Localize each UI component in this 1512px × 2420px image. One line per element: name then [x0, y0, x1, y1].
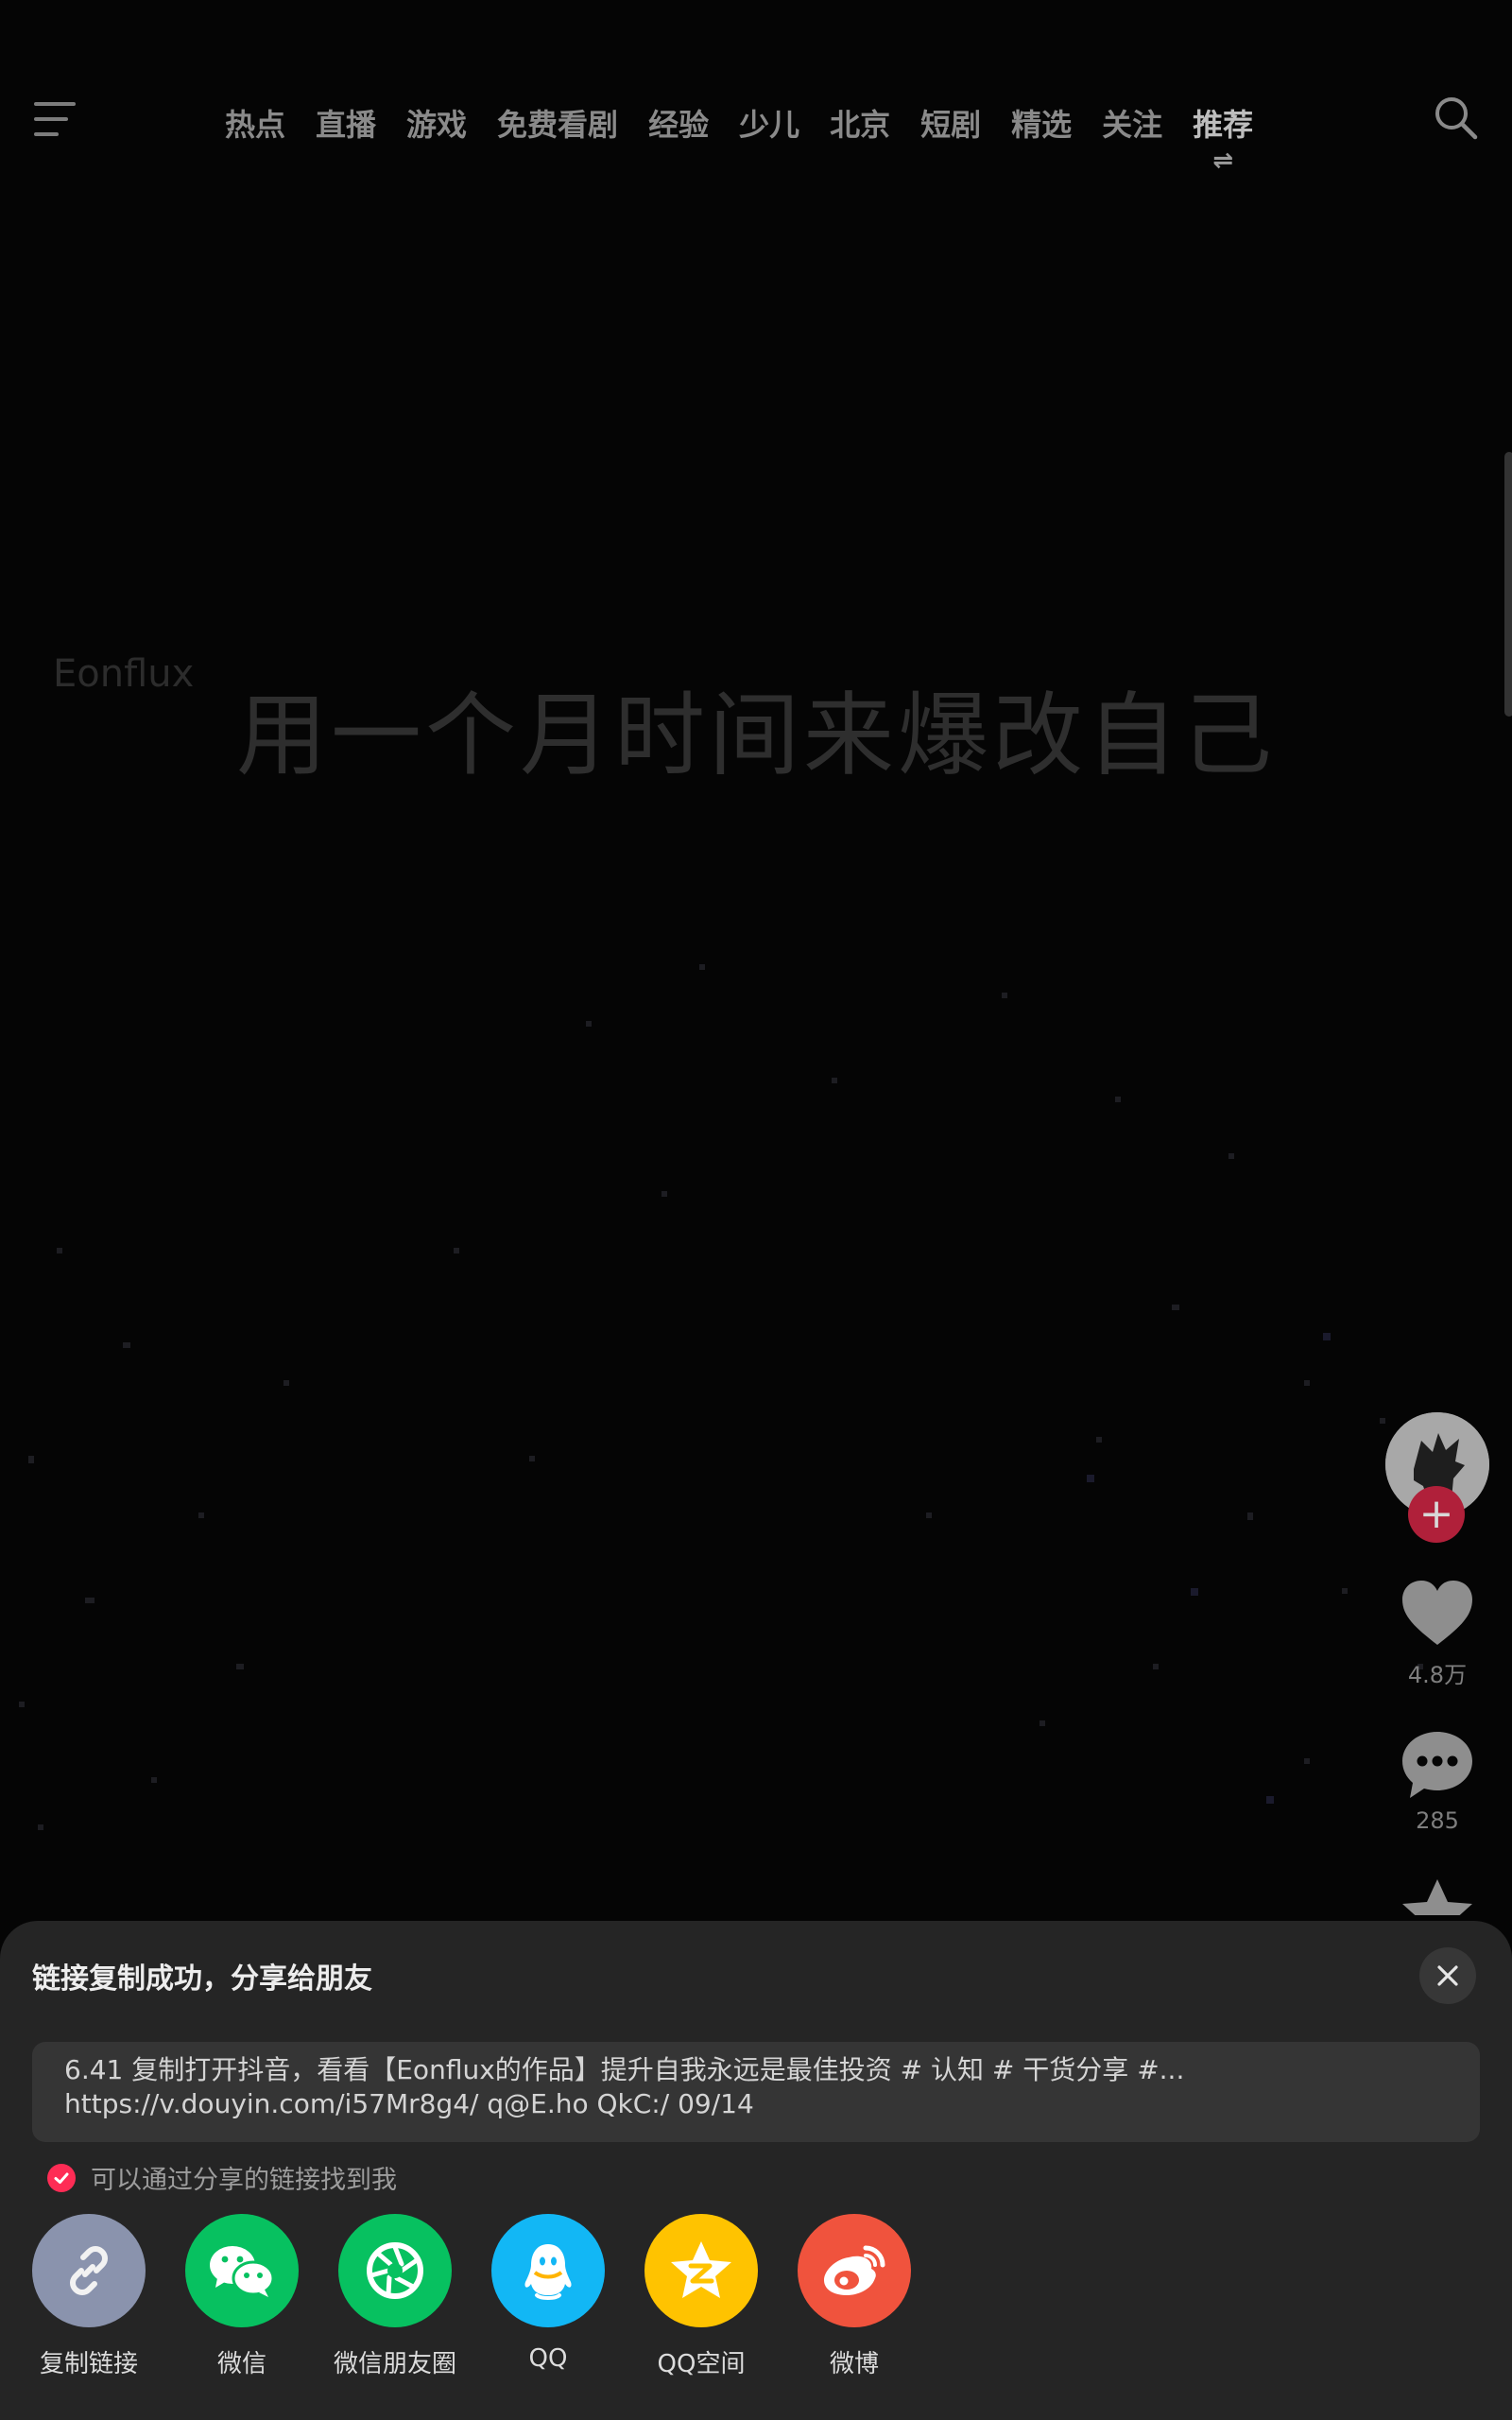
share-qzone-button[interactable]: QQ空间: [644, 2214, 758, 2379]
share-qq-label: QQ: [528, 2344, 568, 2373]
like-icon[interactable]: [1399, 1577, 1476, 1649]
share-link-line2: https://v.douyin.com/i57Mr8g4/ q@E.ho Qk…: [64, 2088, 754, 2119]
share-moments-button[interactable]: 微信朋友圈: [334, 2214, 456, 2379]
share-sheet: 链接复制成功，分享给朋友 6.41 复制打开抖音，看看【Eonflux的作品】提…: [0, 1921, 1512, 2420]
like-count: 4.8万: [1407, 1662, 1468, 1688]
tab-kids[interactable]: 少儿: [739, 101, 799, 145]
tab-short-drama[interactable]: 短剧: [920, 101, 981, 145]
link-icon: [32, 2214, 146, 2327]
tab-experience[interactable]: 经验: [648, 101, 709, 145]
share-moments-label: 微信朋友圈: [334, 2350, 457, 2378]
video-caption: 用一个月时间来爆改自己: [0, 662, 1512, 793]
share-link-line1: 6.41 复制打开抖音，看看【Eonflux的作品】提升自我永远是最佳投资 # …: [64, 2054, 1185, 2085]
category-tabs: 热点 直播 游戏 免费看剧 经验 少儿 北京 短剧 精选 关注 推荐 ⇌: [225, 95, 1254, 173]
video-caption-text: 用一个月时间来爆改自己: [236, 683, 1276, 788]
qq-icon: [491, 2214, 605, 2327]
moments-icon: [338, 2214, 452, 2327]
tab-following[interactable]: 关注: [1102, 101, 1162, 145]
share-sheet-title: 链接复制成功，分享给朋友: [32, 1962, 372, 1996]
tab-games[interactable]: 游戏: [406, 101, 467, 145]
close-button[interactable]: [1419, 1947, 1476, 2004]
checkbox-checked-icon[interactable]: [47, 2163, 76, 2192]
checkbox-label: 可以通过分享的链接找到我: [91, 2166, 397, 2195]
tab-featured[interactable]: 精选: [1011, 101, 1072, 145]
share-weibo-label: 微博: [829, 2350, 879, 2378]
favorite-star-icon[interactable]: [1395, 1877, 1480, 1915]
search-icon[interactable]: [1433, 95, 1480, 142]
share-copy-link-button[interactable]: 复制链接: [32, 2214, 146, 2379]
weibo-icon: [798, 2214, 911, 2327]
share-qq-button[interactable]: QQ: [491, 2214, 605, 2379]
share-link-text[interactable]: 6.41 复制打开抖音，看看【Eonflux的作品】提升自我永远是最佳投资 # …: [32, 2042, 1480, 2142]
share-wechat-button[interactable]: 微信: [185, 2214, 299, 2379]
tab-hot[interactable]: 热点: [225, 101, 285, 145]
close-icon: [1437, 1965, 1458, 1986]
follow-button[interactable]: +: [1408, 1486, 1465, 1543]
comment-icon[interactable]: [1399, 1728, 1476, 1804]
share-copy-link-label: 复制链接: [39, 2350, 138, 2378]
video-background-specks: [19, 964, 1423, 1830]
share-targets: 复制链接 微信 微信朋友圈 QQ QQ空间 微博: [32, 2214, 911, 2379]
swap-icon: ⇌: [1212, 147, 1234, 175]
tab-free-drama[interactable]: 免费看剧: [497, 101, 618, 145]
share-wechat-label: 微信: [216, 2350, 266, 2378]
wechat-icon: [185, 2214, 299, 2327]
menu-icon[interactable]: [34, 102, 79, 140]
tab-recommended[interactable]: 推荐 ⇌: [1193, 101, 1254, 173]
share-qzone-label: QQ空间: [657, 2350, 746, 2378]
comment-count: 285: [1416, 1807, 1459, 1834]
qzone-icon: [644, 2214, 758, 2327]
tab-beijing[interactable]: 北京: [830, 101, 890, 145]
share-weibo-button[interactable]: 微博: [798, 2214, 911, 2379]
tab-live[interactable]: 直播: [316, 101, 376, 145]
tab-recommended-label: 推荐: [1193, 107, 1254, 143]
findable-checkbox-row[interactable]: 可以通过分享的链接找到我: [47, 2159, 397, 2196]
